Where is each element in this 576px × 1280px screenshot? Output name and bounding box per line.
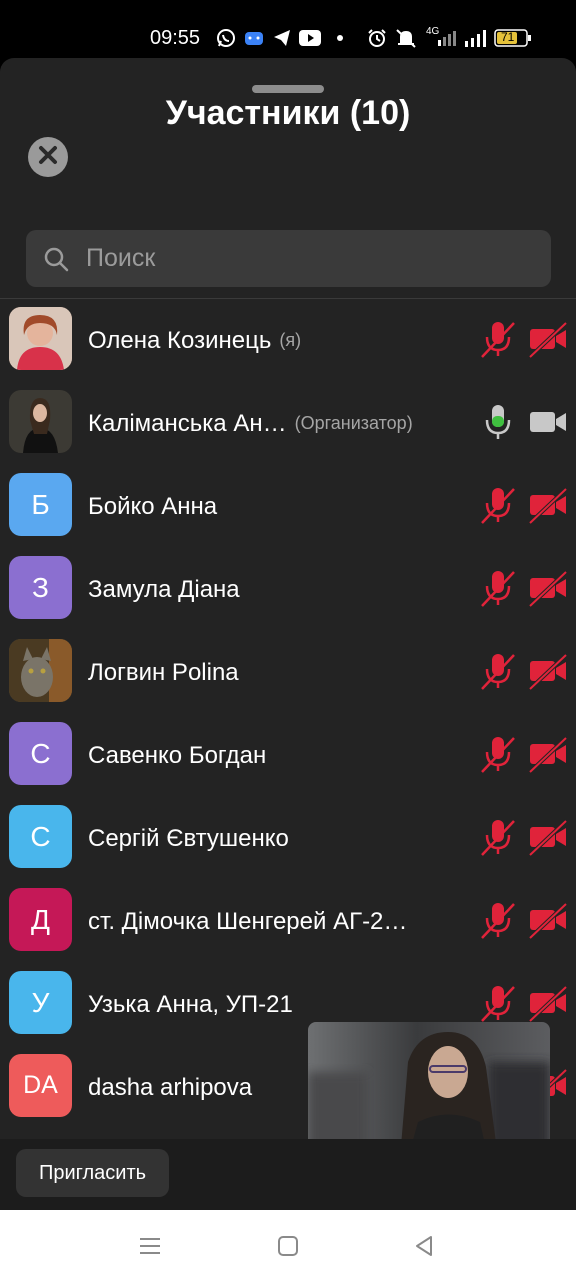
sheet-title: Участники (10) (165, 94, 411, 132)
microphone-muted-icon[interactable] (478, 651, 518, 691)
participant-name-line: Замула Діана (88, 548, 458, 631)
participant-row[interactable]: З Замула Діана (0, 548, 576, 631)
recents-icon[interactable] (138, 1234, 162, 1258)
participant-row[interactable]: Б Бойко Анна (0, 465, 576, 548)
invite-button[interactable]: Пригласить (16, 1149, 169, 1197)
status-bar: 09:55 4G 71 (0, 0, 576, 58)
avatar: З (9, 556, 72, 619)
participant-name-line: Савенко Богдан (88, 714, 458, 797)
participant-name: ст. Дімочка Шенгерей АГ-2… (88, 907, 408, 935)
participant-row[interactable]: Олена Козинець (я) (0, 299, 576, 382)
bottom-bar: Пригласить (0, 1139, 576, 1210)
camera-off-icon[interactable] (528, 900, 568, 940)
signal-icon (462, 28, 490, 48)
participant-row[interactable]: Логвин Polina (0, 631, 576, 714)
camera-off-icon[interactable] (528, 734, 568, 774)
floating-video[interactable] (308, 1022, 550, 1158)
participant-name: Сергій Євтушенко (88, 824, 289, 852)
home-icon[interactable] (276, 1234, 300, 1258)
avatar (9, 390, 72, 453)
avatar (9, 307, 72, 370)
participant-name: dasha arhipova (88, 1073, 253, 1101)
participant-name: Бойко Анна (88, 492, 218, 520)
microphone-muted-icon[interactable] (478, 817, 518, 857)
search-icon (43, 246, 69, 277)
whatsapp-icon (215, 28, 237, 48)
participant-name-line: Олена Козинець (я) (88, 299, 458, 382)
participant-name-line: ст. Дімочка Шенгерей АГ-2… (88, 880, 458, 963)
clock: 09:55 (150, 27, 201, 49)
participant-name: Каліманська Ан… (88, 409, 287, 437)
participant-tag: (Организатор) (294, 413, 413, 433)
video-thumbnail (308, 1022, 550, 1158)
participant-name-line: Логвин Polina (88, 631, 458, 714)
participant-name: Олена Козинець (88, 326, 272, 354)
close-icon (37, 144, 59, 171)
microphone-muted-icon[interactable] (478, 485, 518, 525)
participant-name-line: Бойко Анна (88, 465, 458, 548)
participant-tag: (я) (279, 330, 302, 350)
camera-off-icon[interactable] (528, 568, 568, 608)
system-nav-bar (0, 1210, 576, 1280)
camera-off-icon[interactable] (528, 485, 568, 525)
dot-icon (334, 28, 346, 48)
participant-row[interactable]: С Сергій Євтушенко (0, 797, 576, 880)
youtube-icon (298, 28, 322, 48)
mute-icon (394, 28, 418, 48)
avatar (9, 639, 72, 702)
camera-icon[interactable] (528, 402, 568, 442)
participant-row[interactable]: С Савенко Богдан (0, 714, 576, 797)
signal-4g-icon: 4G (424, 26, 458, 48)
camera-off-icon[interactable] (528, 651, 568, 691)
participants-sheet: Участники (10) Олена Козинець (я) Каліманс… (0, 58, 576, 1210)
alarm-icon (366, 28, 388, 48)
camera-off-icon[interactable] (528, 983, 568, 1023)
back-icon[interactable] (412, 1234, 436, 1258)
microphone-muted-icon[interactable] (478, 900, 518, 940)
participant-name: Савенко Богдан (88, 741, 267, 769)
telegram-icon (271, 28, 293, 48)
microphone-muted-icon[interactable] (478, 319, 518, 359)
drag-handle[interactable] (252, 85, 324, 93)
avatar: С (9, 805, 72, 868)
close-button[interactable] (28, 137, 68, 177)
avatar: Д (9, 888, 72, 951)
participant-row[interactable]: Каліманська Ан… (Организатор) (0, 382, 576, 465)
participant-list: Олена Козинець (я) Каліманська Ан… (Организ… (0, 299, 576, 1139)
participant-name-line: Сергій Євтушенко (88, 797, 458, 880)
camera-off-icon[interactable] (528, 817, 568, 857)
participant-name: Замула Діана (88, 575, 240, 603)
avatar: DA (9, 1054, 72, 1117)
battery-icon: 71 (494, 28, 532, 48)
participant-row[interactable]: Дст. Дімочка Шенгерей АГ-2… (0, 880, 576, 963)
search-box[interactable] (26, 230, 551, 287)
microphone-icon[interactable] (478, 402, 518, 442)
microphone-muted-icon[interactable] (478, 568, 518, 608)
participant-name: Логвин Polina (88, 658, 239, 686)
search-input[interactable] (86, 230, 536, 287)
battery-level: 71 (501, 30, 515, 44)
avatar: С (9, 722, 72, 785)
microphone-muted-icon[interactable] (478, 734, 518, 774)
avatar: Б (9, 473, 72, 536)
chat-icon (243, 28, 265, 48)
participant-name: Узька Анна, УП-21 (88, 990, 293, 1018)
camera-off-icon[interactable] (528, 319, 568, 359)
participant-name-line: Каліманська Ан… (Организатор) (88, 382, 458, 465)
avatar: У (9, 971, 72, 1034)
microphone-muted-icon[interactable] (478, 983, 518, 1023)
